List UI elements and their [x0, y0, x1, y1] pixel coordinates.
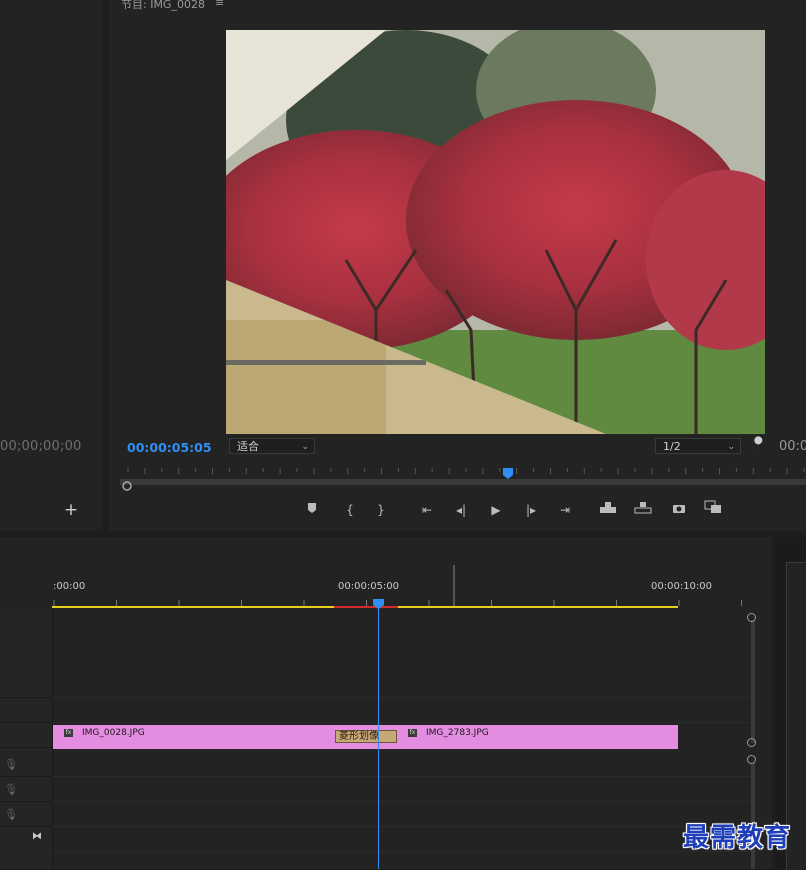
video-track-3[interactable]: [52, 674, 752, 698]
resolution-value: 1/2: [663, 440, 681, 453]
compare-view-icon[interactable]: [702, 500, 724, 520]
microphone-icon[interactable]: 🎙: [4, 783, 18, 796]
scrub-playhead: [503, 468, 513, 479]
zoom-level-value: 适合: [237, 440, 259, 453]
audio-track-1[interactable]: [52, 753, 752, 777]
chevron-down-icon: ⌄: [301, 442, 309, 452]
fx-badge-icon: fx: [64, 729, 73, 737]
clip-name: IMG_0028.JPG: [82, 728, 145, 738]
extract-icon[interactable]: [632, 500, 654, 520]
ruler-timecode-0: :00:00: [53, 581, 86, 592]
master-track[interactable]: [52, 828, 752, 852]
playback-resolution-dropdown[interactable]: 1/2 ⌄: [655, 438, 741, 454]
track-header-master[interactable]: ⧓: [0, 828, 52, 852]
track-header-a1[interactable]: 🎙: [0, 753, 52, 777]
settings-wrench-icon[interactable]: [750, 436, 768, 454]
program-scrub-bar[interactable]: [120, 464, 806, 494]
program-monitor-title[interactable]: 节目: IMG_0028: [121, 0, 205, 12]
clip-name: IMG_2783.JPG: [426, 728, 489, 738]
go-to-out-icon[interactable]: ⇥: [554, 500, 576, 520]
step-back-icon[interactable]: ◂|: [450, 500, 472, 520]
panel-menu-icon[interactable]: ≡: [215, 0, 224, 9]
transition-diamond-wipe[interactable]: 菱形划像: [335, 730, 397, 743]
video-frame-image: [226, 30, 765, 434]
audio-track-2[interactable]: [52, 778, 752, 802]
add-button[interactable]: +: [62, 500, 80, 520]
track-header-v3[interactable]: [0, 674, 52, 698]
export-frame-icon[interactable]: [668, 500, 690, 520]
chevron-down-icon: ⌄: [727, 442, 735, 452]
audio-track-3[interactable]: [52, 803, 752, 827]
program-video-frame: [226, 30, 765, 434]
mark-in-icon[interactable]: {: [339, 500, 361, 520]
play-icon[interactable]: ▶: [485, 500, 507, 520]
source-timecode[interactable]: 00;00;00;00: [0, 439, 82, 454]
track-headers: 🎙 🎙 🎙 ⧓: [0, 608, 53, 869]
lift-icon[interactable]: [597, 500, 619, 520]
ruler-timecode-5: 00:00:05:00: [338, 581, 400, 592]
microphone-icon[interactable]: 🎙: [4, 758, 18, 771]
zoom-level-dropdown[interactable]: 适合 ⌄: [229, 438, 315, 454]
mark-out-icon[interactable]: }: [370, 500, 392, 520]
program-current-timecode[interactable]: 00:00:05:05: [127, 440, 212, 455]
timeline-ruler[interactable]: [52, 565, 752, 610]
scroll-handle-top[interactable]: [747, 755, 756, 764]
video-tracks-scrollbar[interactable]: [751, 620, 755, 743]
ruler-timecode-10: 00:00:10:00: [651, 581, 713, 592]
track-header-a2[interactable]: 🎙: [0, 778, 52, 802]
collapse-tracks-icon[interactable]: ⧓: [32, 831, 42, 842]
program-duration-timecode: 00:0: [779, 439, 806, 454]
scroll-handle-bottom[interactable]: [747, 738, 756, 747]
scroll-handle-top[interactable]: [747, 613, 756, 622]
timeline-playhead[interactable]: [378, 600, 379, 869]
track-header-a3[interactable]: 🎙: [0, 803, 52, 827]
go-to-in-icon[interactable]: ⇤: [416, 500, 438, 520]
microphone-icon[interactable]: 🎙: [4, 808, 18, 821]
marker-icon[interactable]: [301, 500, 323, 520]
video-track-2[interactable]: [52, 699, 752, 723]
watermark-logo: 最需教育: [683, 823, 792, 853]
track-header-v1[interactable]: [0, 724, 52, 748]
fx-badge-icon: fx: [408, 729, 417, 737]
playhead-handle[interactable]: [373, 594, 384, 609]
track-header-v2[interactable]: [0, 699, 52, 723]
step-forward-icon[interactable]: |▸: [520, 500, 542, 520]
